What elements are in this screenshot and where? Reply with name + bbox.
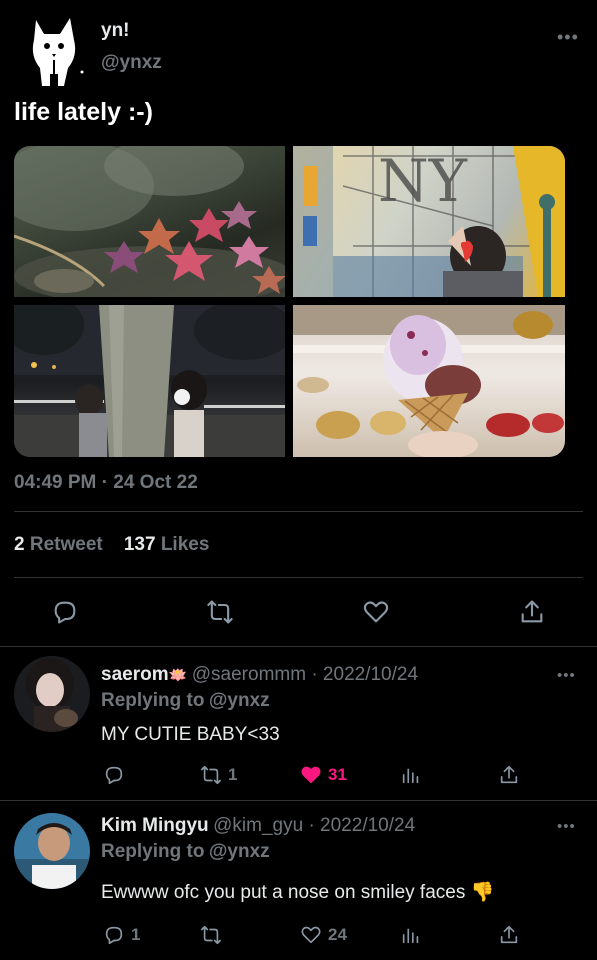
share-button[interactable] [498,924,520,946]
retweet-icon [201,765,221,785]
reply-text: MY CUTIE BABY<33 [101,724,280,745]
replying-to-label: Replying to [101,690,205,711]
like-button[interactable]: 24 [300,924,347,946]
ny-wall-text: NY [378,147,468,215]
share-button[interactable] [498,764,520,786]
author-avatar[interactable] [14,12,92,90]
reply-item[interactable]: Kim Mingyu @kim_gyu · 2022/10/24 ••• Rep… [0,801,597,960]
like-count[interactable]: 137 [124,534,156,555]
more-options-icon[interactable]: ••• [557,27,579,48]
media-grid: NY [14,146,565,457]
divider [14,511,583,512]
reply-item[interactable]: saerom🪷 @saerommm · 2022/10/24 ••• Reply… [0,647,597,800]
cat-avatar-image [14,12,92,90]
avatar[interactable] [14,656,90,732]
more-options-icon[interactable]: ••• [557,667,576,684]
reply-button[interactable] [103,764,131,786]
photo-tree-night[interactable] [14,305,285,457]
reply-author-name[interactable]: saerom [101,664,169,685]
reply-button[interactable]: 1 [103,924,140,946]
replying-to-handle[interactable]: @ynxz [209,841,270,862]
analytics-button[interactable] [400,764,422,786]
like-icon[interactable] [362,598,390,626]
replying-to-label: Replying to [101,841,205,862]
retweet-count[interactable]: 2 [14,534,25,555]
divider [14,577,583,578]
reply-handle-date[interactable]: @kim_gyu · 2022/10/24 [213,815,415,836]
lotus-emoji: 🪷 [168,667,188,684]
reply-icon [105,766,123,785]
like-button[interactable]: 31 [300,764,347,786]
reply-text: Ewwww ofc you put a nose on smiley faces… [101,882,495,903]
share-icon [500,765,518,784]
replying-to-handle[interactable]: @ynxz [209,690,270,711]
share-icon[interactable] [518,598,546,626]
like-count: 24 [328,925,347,944]
retweet-icon[interactable] [206,598,234,626]
retweet-count: 1 [228,765,238,784]
author-handle[interactable]: @ynxz [101,52,162,74]
author-name[interactable]: yn! [101,20,130,42]
reply-icon[interactable] [51,598,79,626]
analytics-button[interactable] [400,924,422,946]
more-options-icon[interactable]: ••• [557,818,576,835]
photo-starfish[interactable] [14,146,285,297]
retweet-button[interactable] [200,924,228,946]
reply-handle-date[interactable]: @saerommm · 2022/10/24 [192,664,418,685]
reply-icon [105,926,123,945]
tweet-stats: 2 Retweet 137 Likes [14,534,209,556]
heart-filled-icon [301,766,321,784]
analytics-icon [402,768,419,784]
heart-icon [301,926,321,944]
retweet-button[interactable]: 1 [200,764,237,786]
reply-author-name[interactable]: Kim Mingyu [101,815,209,836]
analytics-icon [402,928,419,944]
retweet-label[interactable]: Retweet [30,534,103,555]
share-icon [500,925,518,944]
retweet-icon [201,925,221,945]
like-label[interactable]: Likes [161,534,210,555]
avatar[interactable] [14,813,90,889]
reply-count: 1 [131,925,141,944]
photo-ice-cream[interactable] [293,305,565,457]
tweet-timestamp[interactable]: 04:49 PM · 24 Oct 22 [14,472,198,494]
tweet-text: life lately :-) [14,98,153,126]
like-count: 31 [328,765,347,784]
photo-ny-sticker[interactable]: NY [293,146,565,297]
